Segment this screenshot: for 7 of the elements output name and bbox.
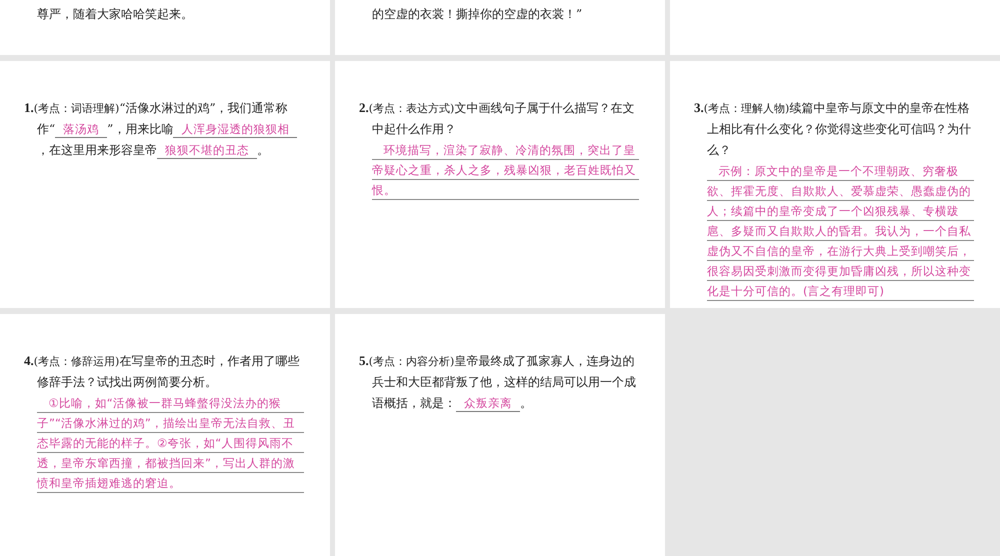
question-text: 4.(考点：修辞运用)在写皇帝的丑态时，作者用了哪些修辞手法？试找出两例简要分析。	[24, 352, 300, 391]
body-text: 尊严，随着大家哈哈笑起来。	[37, 6, 194, 23]
question-text: 2.(考点：表达方式)文中画线句子属于什么描写？在文中起什么作用？	[359, 99, 636, 138]
body-text: 的空虚的衣裳！撕掉你的空虚的衣裳！”	[372, 6, 584, 23]
question-text: 3.(考点：理解人物)续篇中皇帝与原文中的皇帝在性格上相比有什么变化？你觉得这些变化可信吗？为什么？	[694, 99, 972, 159]
question-text: 5.(考点：内容分析)皇帝最终成了孤家寡人，连身边的兵士和大臣都背叛了他，这样的结局可以用一个成语概括，就是： 众叛亲离 。	[359, 352, 637, 414]
question-text: 1.(考点：词语理解)“活像水淋过的鸡”，我们通常称作“ 落汤鸡 ”，用来比喻 人浑身湿透的狼狈相 ，在这里用来形容皇帝 狼狈不堪的丑态 。	[24, 97, 304, 161]
